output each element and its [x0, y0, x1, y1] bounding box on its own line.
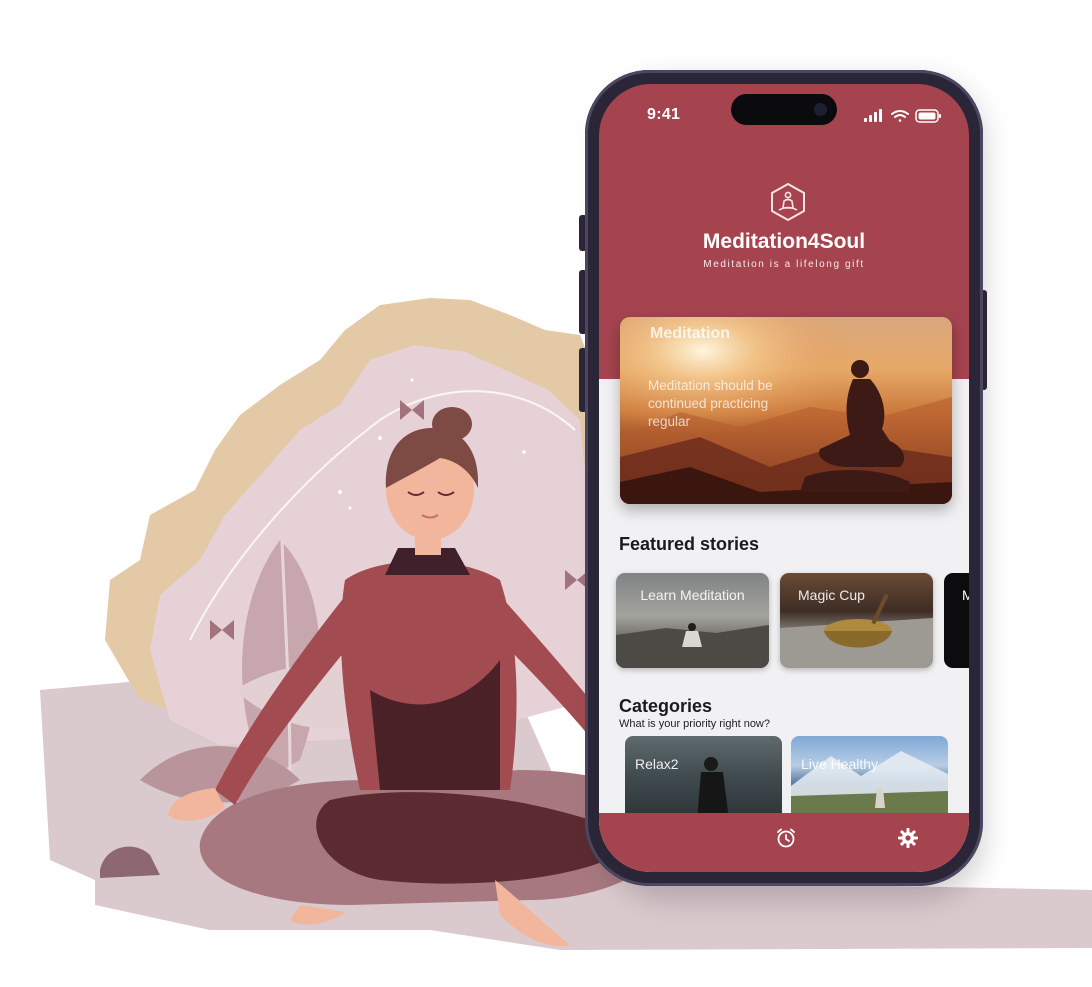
tab-bar [599, 813, 969, 872]
gear-icon[interactable] [897, 827, 919, 849]
app-title: Meditation4Soul [702, 230, 866, 253]
story-card-magic-cup[interactable]: Magic Cup [780, 573, 933, 668]
story-label: M [962, 587, 969, 603]
hero-description: Meditation should be continued practicin… [648, 378, 773, 429]
status-icons [864, 109, 941, 123]
category-label: Relax2 [635, 756, 679, 772]
category-image [791, 751, 948, 820]
status-time: 9:41 [647, 106, 681, 123]
categories-heading: Categories [619, 696, 713, 716]
front-camera [814, 103, 827, 116]
category-image [697, 757, 729, 820]
story-card-partial[interactable]: M [944, 573, 969, 668]
battery-icon [915, 109, 941, 123]
category-card-live-healthy[interactable]: Live Healthy [791, 736, 948, 820]
app-tagline: Meditation is a lifelong gift [703, 259, 865, 270]
story-label: Magic Cup [798, 587, 865, 603]
hero-title: Meditation [650, 325, 730, 342]
phone-screen: 9:41 Meditation4Soul Meditation is a lif… [599, 84, 969, 872]
dynamic-island [731, 94, 837, 125]
category-label: Live Healthy [801, 756, 879, 772]
featured-heading: Featured stories [619, 534, 760, 554]
story-label: Learn Meditation [640, 587, 745, 603]
story-card-learn-meditation[interactable]: Learn Meditation [616, 573, 769, 668]
alarm-clock-icon[interactable] [775, 827, 797, 849]
hero-card[interactable]: Meditation Meditation should be continue… [620, 317, 952, 504]
signal-icon [864, 109, 882, 122]
category-card-relax[interactable]: Relax2 [625, 736, 782, 820]
wifi-icon [891, 110, 909, 122]
meditation-lotus-hexagon-icon [771, 182, 805, 222]
categories-subheading: What is your priority right now? [619, 718, 770, 730]
